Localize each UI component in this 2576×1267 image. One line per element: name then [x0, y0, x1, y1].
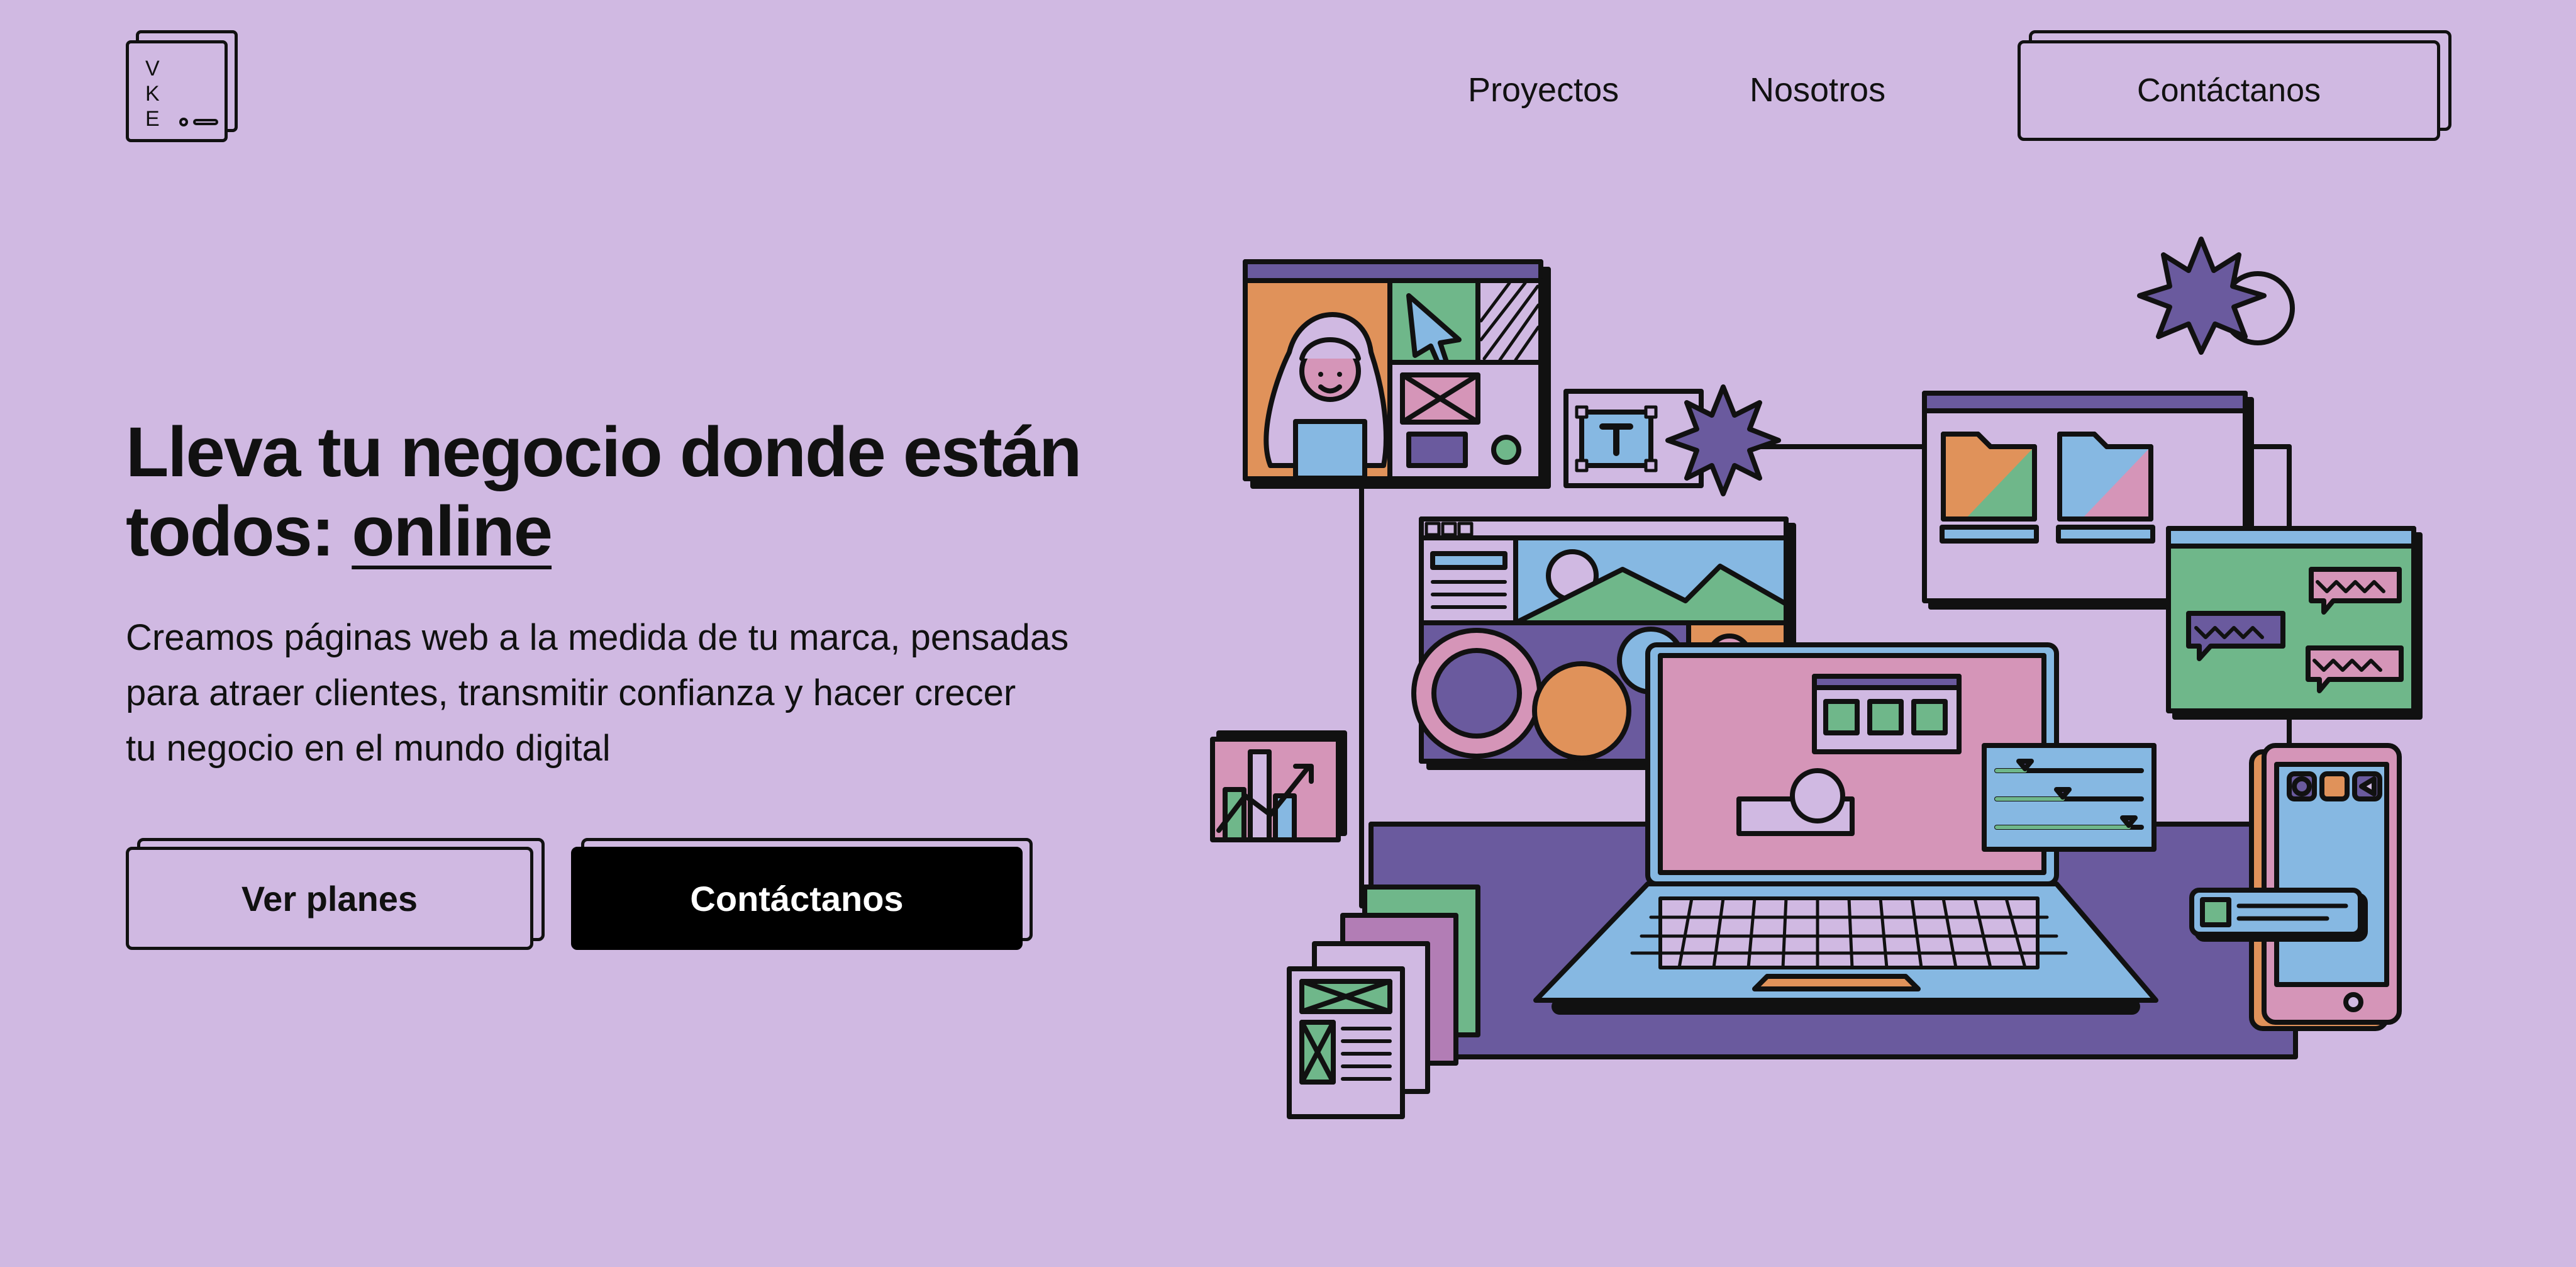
logo[interactable]: V K E: [126, 30, 238, 142]
header-contact-label[interactable]: Contáctanos: [2018, 40, 2440, 141]
web-design-illustration: [1210, 237, 2423, 1119]
logo-bar: [193, 119, 218, 125]
document-stack: [1287, 885, 1480, 1119]
starburst-top-right: [2137, 237, 2295, 355]
logo-letters: V K E: [145, 56, 161, 131]
view-plans-label[interactable]: Ver planes: [126, 847, 533, 950]
sliders-panel: [1982, 743, 2157, 852]
view-plans-button[interactable]: Ver planes: [126, 838, 545, 950]
hero-title-prefix: todos:: [126, 492, 352, 571]
input-pill: [2189, 888, 2368, 942]
hero-subtitle-line: para atraer clientes, transmitir confian…: [126, 673, 1016, 713]
tablet: [2249, 743, 2402, 1031]
hero-subtitle: Creamos páginas web a la medida de tu ma…: [126, 610, 1157, 776]
character-window: [1243, 259, 1551, 489]
logo-dot: [179, 118, 188, 126]
chart-card: [1210, 730, 1347, 842]
hero-subtitle-line: Creamos páginas web a la medida de tu ma…: [126, 617, 1069, 658]
hero-contact-label[interactable]: Contáctanos: [571, 847, 1023, 950]
logo-letter: K: [145, 82, 161, 106]
hero-title: Lleva tu negocio donde están todos: onli…: [126, 413, 1195, 571]
header-contact-button[interactable]: Contáctanos: [2018, 30, 2451, 142]
chat-window: [2166, 526, 2423, 720]
hero-title-line1: Lleva tu negocio donde están: [126, 413, 1082, 491]
nav-link-nosotros[interactable]: Nosotros: [1750, 70, 1885, 109]
starburst-small: [1665, 384, 1781, 496]
hero-contact-button[interactable]: Contáctanos: [571, 838, 1033, 950]
logo-letter: V: [145, 57, 161, 81]
logo-letter: E: [145, 107, 161, 131]
hero-title-highlight: online: [352, 492, 553, 571]
logo-front-card: V K E: [126, 40, 228, 142]
nav-link-proyectos[interactable]: Proyectos: [1468, 70, 1619, 109]
hero-subtitle-line: tu negocio en el mundo digital: [126, 728, 611, 769]
